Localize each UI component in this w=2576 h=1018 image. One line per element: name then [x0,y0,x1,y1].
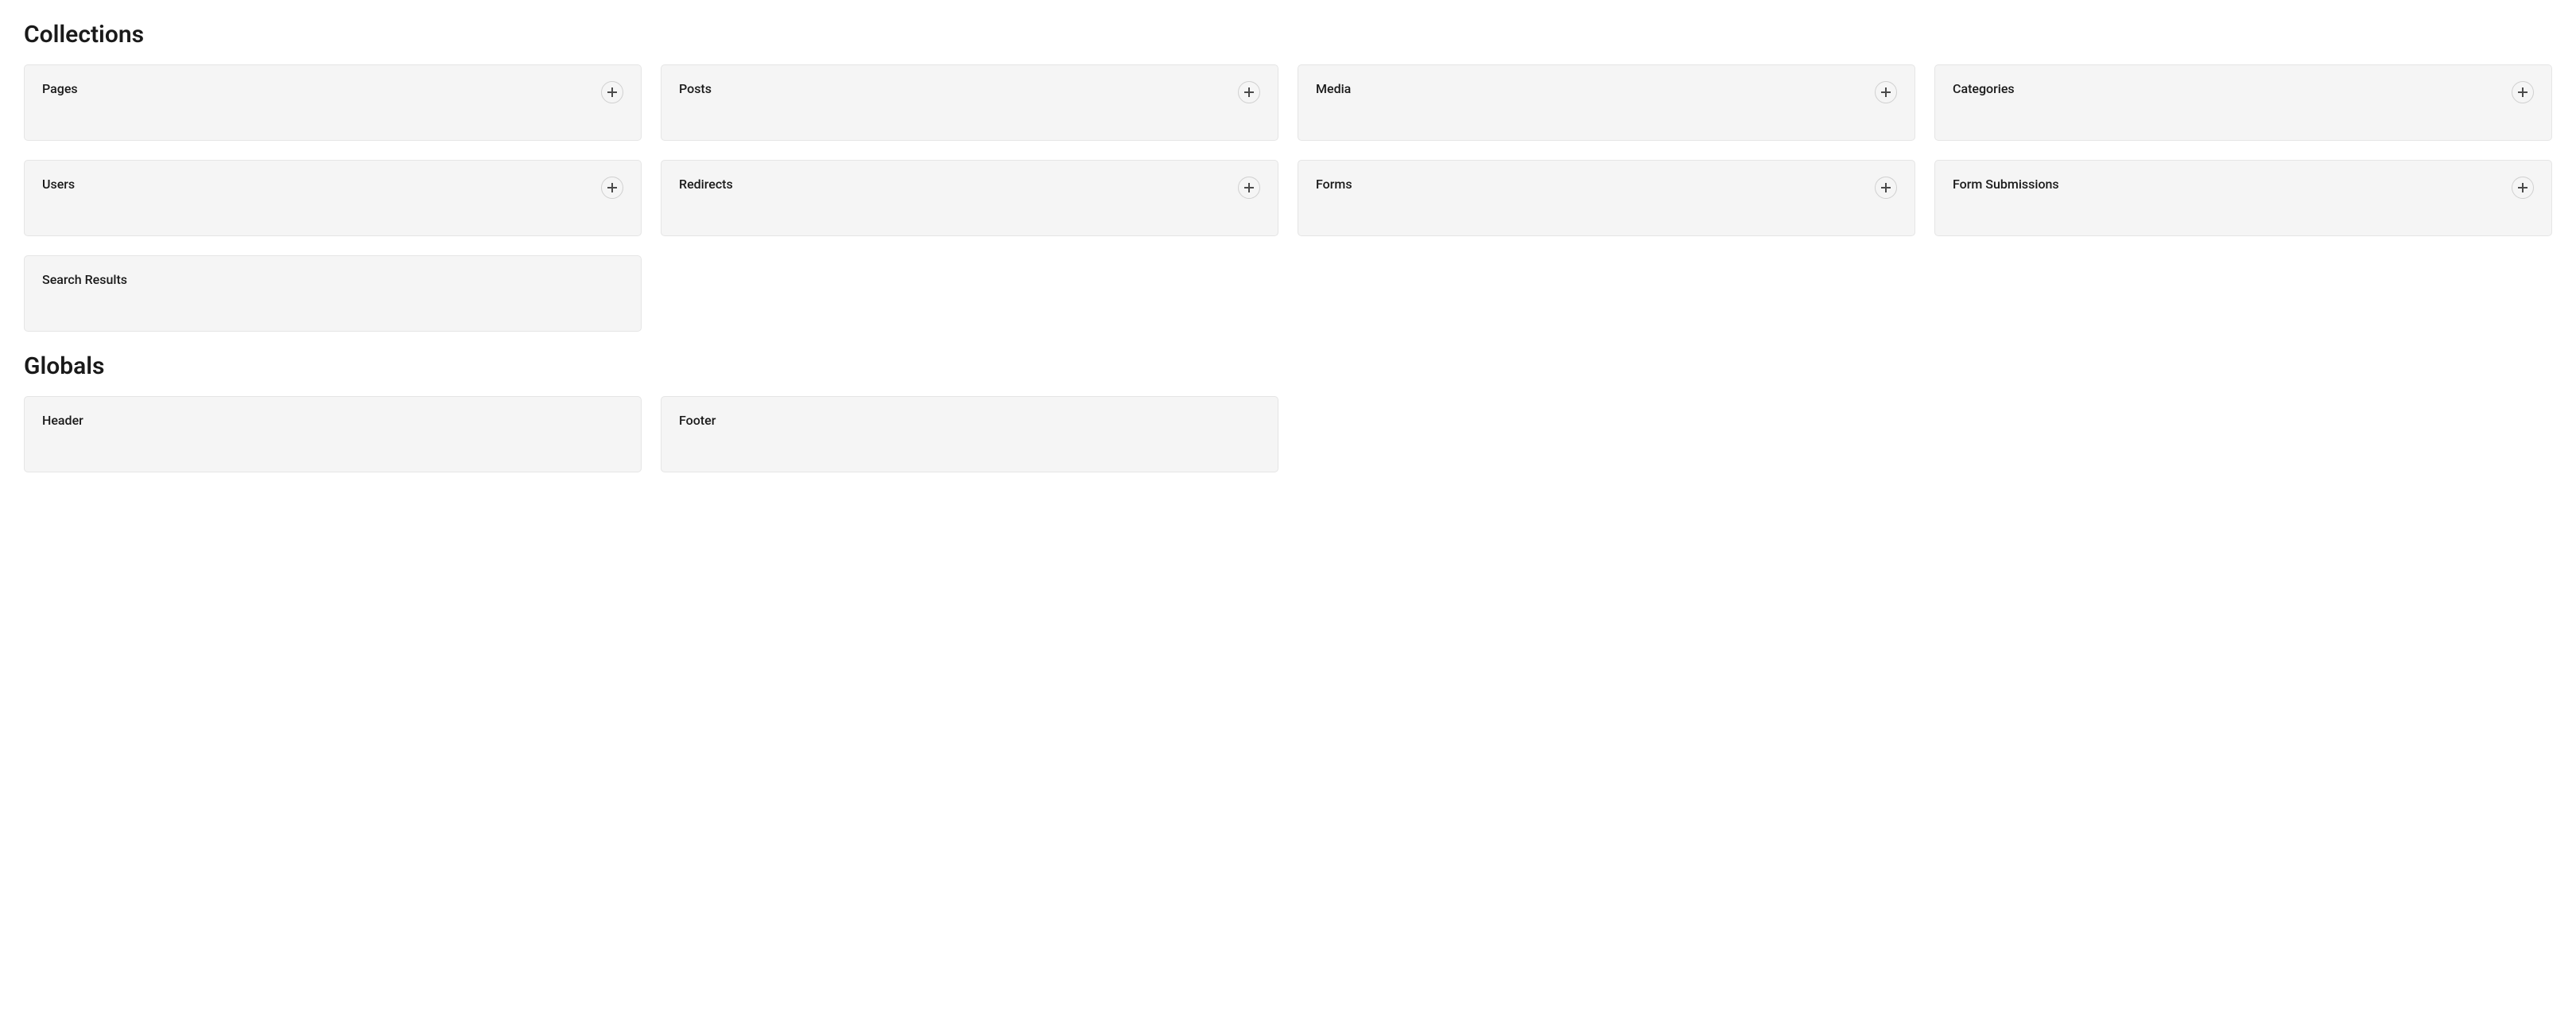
card-title: Posts [679,81,712,96]
collection-card-pages[interactable]: Pages [24,64,642,141]
card-title: Media [1316,81,1351,96]
add-button[interactable] [1238,177,1260,199]
add-button[interactable] [601,177,623,199]
card-title: Search Results [42,272,127,287]
plus-icon [607,183,617,192]
add-button[interactable] [2512,177,2534,199]
global-card-footer[interactable]: Footer [661,396,1278,472]
card-title: Header [42,413,83,428]
plus-icon [1244,87,1254,97]
card-title: Forms [1316,177,1352,192]
globals-heading: Globals [24,352,2552,380]
card-title: Footer [679,413,716,428]
collections-heading: Collections [24,21,2552,49]
collection-card-form-submissions[interactable]: Form Submissions [1934,160,2552,236]
collection-card-users[interactable]: Users [24,160,642,236]
collection-card-categories[interactable]: Categories [1934,64,2552,141]
card-title: Form Submissions [1953,177,2059,192]
card-title: Categories [1953,81,2015,96]
collection-card-posts[interactable]: Posts [661,64,1278,141]
plus-icon [2518,87,2528,97]
card-title: Redirects [679,177,733,192]
plus-icon [1881,183,1891,192]
collection-card-media[interactable]: Media [1298,64,1915,141]
global-card-header[interactable]: Header [24,396,642,472]
add-button[interactable] [1238,81,1260,103]
add-button[interactable] [2512,81,2534,103]
add-button[interactable] [1875,81,1897,103]
add-button[interactable] [601,81,623,103]
plus-icon [1881,87,1891,97]
collection-card-redirects[interactable]: Redirects [661,160,1278,236]
globals-grid: Header Footer [24,396,2552,472]
plus-icon [2518,183,2528,192]
card-title: Pages [42,81,78,96]
card-title: Users [42,177,75,192]
collections-grid: Pages Posts Media Categories Users Redir… [24,64,2552,332]
collection-card-forms[interactable]: Forms [1298,160,1915,236]
add-button[interactable] [1875,177,1897,199]
plus-icon [1244,183,1254,192]
collection-card-search-results[interactable]: Search Results [24,255,642,332]
plus-icon [607,87,617,97]
